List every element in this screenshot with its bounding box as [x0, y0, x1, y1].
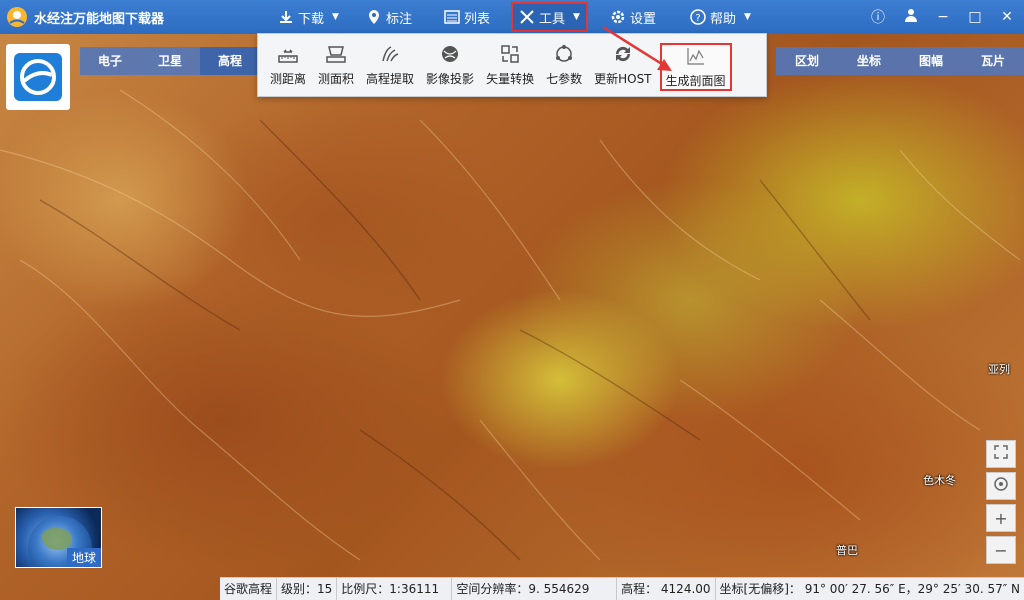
map-type-left-bar: 电子 卫星 高程 [80, 47, 260, 75]
menu-download[interactable]: 下载 ▼ [278, 0, 339, 34]
tool-image-projection[interactable]: 影像投影 [422, 37, 478, 93]
menu-tools[interactable]: 工具 ▼ [511, 2, 588, 32]
tool-label: 影像投影 [426, 72, 475, 86]
menu-tools-label: 工具 [539, 11, 566, 27]
maximize-icon: □ [968, 9, 982, 25]
status-level: 级别：15 [277, 577, 338, 600]
tool-label: 更新HOST [594, 72, 652, 86]
globe-land [42, 528, 72, 550]
globe-view-button[interactable]: 地球 [15, 507, 102, 568]
tools-dropdown: 测距离 测面积 高程提取 影像投影 矢量转换 七参数 更新HOST 生成剖面图 [257, 33, 767, 97]
tool-label: 矢量转换 [486, 72, 535, 86]
app-logo-icon [6, 6, 28, 28]
zoom-out-button[interactable]: − [986, 536, 1016, 564]
brand-logo-icon [14, 53, 62, 101]
overlay-sheet[interactable]: 图幅 [900, 47, 962, 75]
info-icon: ⓘ [871, 10, 885, 26]
close-button[interactable]: ✕ [992, 0, 1022, 34]
help-icon: ? [690, 9, 706, 25]
tool-label: 七参数 [546, 72, 583, 86]
profile-chart-icon [685, 45, 707, 67]
status-scale: 比例尺：1:36111 [337, 577, 453, 600]
chevron-down-icon: ▼ [744, 12, 751, 22]
chevron-down-icon: ▼ [573, 12, 580, 22]
tool-label: 测距离 [270, 72, 307, 86]
map-type-electronic[interactable]: 电子 [80, 47, 140, 75]
menu-annotate-label: 标注 [386, 11, 413, 27]
menu-list[interactable]: 列表 [444, 0, 490, 34]
maximize-button[interactable]: □ [960, 0, 990, 34]
status-resolution: 空间分辨率：9. 554629 [452, 577, 618, 600]
tools-icon [519, 9, 535, 25]
gear-icon [610, 9, 626, 25]
menu-help-label: 帮助 [710, 11, 737, 27]
map-type-elevation[interactable]: 高程 [200, 47, 260, 75]
list-icon [444, 9, 460, 25]
overlay-district[interactable]: 区划 [776, 47, 838, 75]
map-type-satellite[interactable]: 卫星 [140, 47, 200, 75]
tool-measure-area[interactable]: 测面积 [314, 37, 358, 93]
status-coords: 坐标[无偏移]： 91° 00′ 27. 56″ E，29° 25′ 30. 5… [719, 581, 1020, 596]
minimize-button[interactable]: − [928, 0, 958, 34]
download-icon [278, 9, 294, 25]
menu-settings[interactable]: 设置 [610, 0, 656, 34]
zoom-in-button[interactable]: + [986, 504, 1016, 532]
user-icon [904, 8, 918, 26]
brand-logo [6, 44, 70, 110]
fullscreen-button[interactable] [986, 440, 1016, 468]
app-title: 水经注万能地图下载器 [34, 11, 165, 27]
overlay-coordinate[interactable]: 坐标 [838, 47, 900, 75]
location-pin-icon [366, 9, 382, 25]
place-label: 亚列 [988, 363, 1010, 376]
refresh-icon [612, 43, 634, 65]
status-bar: 谷歌高程 级别：15 比例尺：1:36111 空间分辨率：9. 554629 高… [220, 577, 1024, 600]
elevation-extract-icon [379, 43, 401, 65]
close-icon: ✕ [1001, 9, 1013, 25]
tool-label: 测面积 [318, 72, 355, 86]
tool-generate-profile[interactable]: 生成剖面图 [659, 43, 732, 91]
menu-download-label: 下载 [298, 11, 325, 27]
user-button[interactable] [896, 0, 926, 34]
place-label: 普巴 [836, 544, 858, 557]
seven-params-icon [553, 43, 575, 65]
plus-icon: + [994, 508, 1008, 528]
vector-convert-icon [499, 43, 521, 65]
tool-update-host[interactable]: 更新HOST [590, 37, 655, 93]
ruler-icon [277, 43, 299, 65]
projection-icon [439, 43, 461, 65]
tool-label: 高程提取 [366, 72, 415, 86]
fullscreen-icon [993, 444, 1009, 464]
status-source: 谷歌高程 [220, 577, 278, 600]
locate-icon [993, 476, 1009, 496]
tool-label: 生成剖面图 [665, 74, 726, 88]
menu-annotate[interactable]: 标注 [366, 0, 412, 34]
tool-vector-convert[interactable]: 矢量转换 [482, 37, 538, 93]
tool-seven-params[interactable]: 七参数 [542, 37, 586, 93]
info-button[interactable]: ⓘ [863, 0, 893, 34]
locate-button[interactable] [986, 472, 1016, 500]
place-label: 色木冬 [923, 474, 956, 487]
menu-settings-label: 设置 [630, 11, 657, 27]
overlay-tile[interactable]: 瓦片 [962, 47, 1024, 75]
map-type-right-bar: 区划 坐标 图幅 瓦片 [776, 47, 1024, 75]
status-elevation: 高程： 4124.00 [617, 577, 716, 600]
minus-icon: − [994, 540, 1008, 560]
minimize-icon: − [937, 9, 949, 25]
tool-measure-distance[interactable]: 测距离 [266, 37, 310, 93]
globe-label: 地球 [66, 548, 101, 567]
chevron-down-icon: ▼ [332, 12, 339, 22]
menu-list-label: 列表 [464, 11, 491, 27]
tool-elevation-extract[interactable]: 高程提取 [362, 37, 418, 93]
menu-help[interactable]: ? 帮助 ▼ [690, 0, 751, 34]
svg-text:?: ? [695, 13, 700, 24]
area-measure-icon [325, 43, 347, 65]
